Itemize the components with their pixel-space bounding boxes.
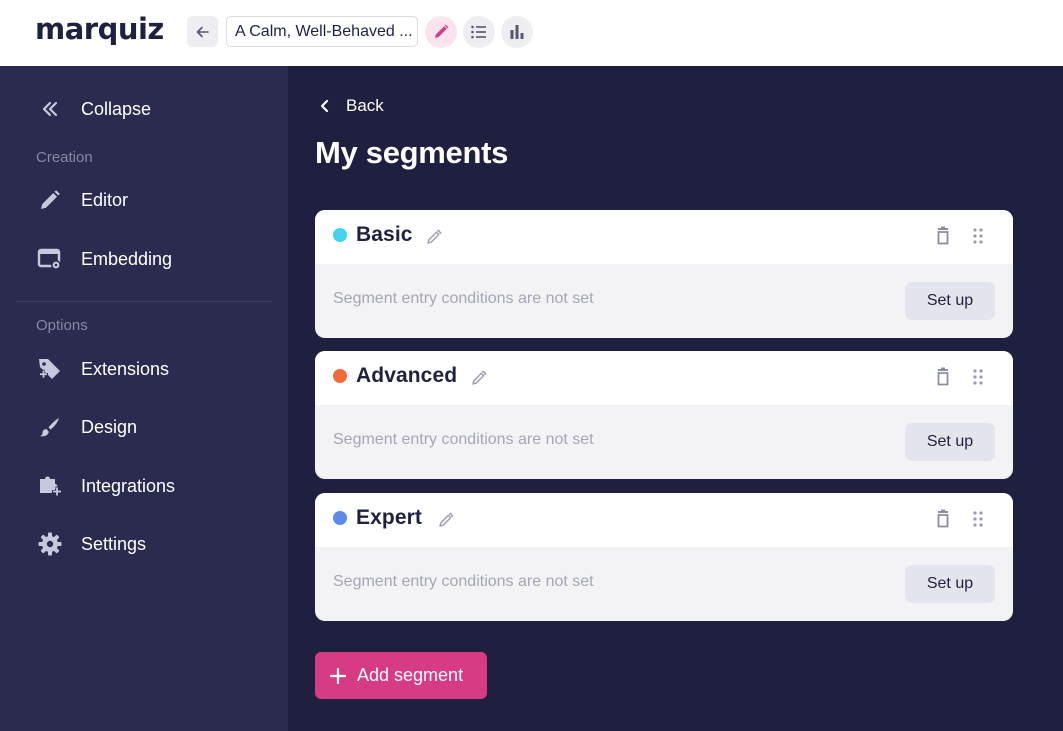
sidebar-item-integrations[interactable]: Integrations (0, 466, 288, 506)
trash-icon[interactable] (933, 225, 953, 247)
segment-name: Basic (356, 223, 413, 246)
segment-name: Expert (356, 506, 422, 529)
sidebar-item-label: Embedding (81, 248, 173, 269)
pencil-icon (36, 186, 64, 214)
sidebar-item-settings[interactable]: Settings (0, 524, 288, 564)
drag-handle-icon[interactable] (970, 367, 986, 387)
sidebar-item-label: Integrations (81, 475, 176, 496)
drag-handle-icon[interactable] (970, 226, 986, 246)
main-content: Back My segments Basic Segment entry con… (288, 66, 1063, 731)
list-view-button[interactable] (463, 16, 495, 48)
bar-chart-icon (510, 25, 524, 39)
logo: marquiz (35, 12, 164, 46)
sidebar: Collapse Creation Editor Embedding Optio… (0, 66, 288, 731)
sidebar-collapse-label: Collapse (81, 98, 152, 119)
segment-card-header: Expert (315, 493, 1013, 547)
setup-button[interactable]: Set up (905, 423, 995, 461)
brush-icon (36, 413, 64, 441)
sidebar-item-extensions[interactable]: Extensions (0, 349, 288, 389)
back-link[interactable]: Back (318, 94, 384, 118)
tag-plus-icon (36, 355, 64, 383)
segment-card-header: Basic (315, 210, 1013, 264)
arrow-left-icon (196, 26, 209, 37)
trash-icon[interactable] (933, 508, 953, 530)
segment-color-dot (333, 511, 347, 525)
group-label-creation: Creation (36, 149, 93, 166)
chevron-left-icon (320, 99, 329, 113)
segment-card: Advanced Segment entry conditions are no… (315, 351, 1013, 479)
edit-pencil-icon[interactable] (470, 369, 488, 387)
trash-icon[interactable] (933, 366, 953, 388)
quiz-title-field[interactable]: A Calm, Well-Behaved ... (226, 16, 418, 47)
segment-card-header: Advanced (315, 351, 1013, 405)
group-label-options: Options (36, 317, 88, 334)
double-chevron-left-icon (36, 95, 64, 123)
edit-mode-button[interactable] (425, 16, 457, 48)
page-title: My segments (315, 135, 509, 170)
edit-pencil-icon[interactable] (437, 511, 455, 529)
sidebar-item-embedding[interactable]: Embedding (0, 239, 288, 279)
add-segment-label: Add segment (357, 665, 464, 685)
segment-condition-text: Segment entry conditions are not set (333, 573, 594, 590)
sidebar-item-label: Extensions (81, 358, 170, 379)
segment-condition-text: Segment entry conditions are not set (333, 431, 594, 448)
drag-handle-icon[interactable] (970, 509, 986, 529)
segment-name: Advanced (356, 364, 458, 387)
segment-card: Expert Segment entry conditions are not … (315, 493, 1013, 621)
segment-condition-text: Segment entry conditions are not set (333, 290, 594, 307)
add-segment-button[interactable]: Add segment (315, 652, 487, 699)
gear-icon (36, 530, 64, 558)
setup-button[interactable]: Set up (905, 282, 995, 320)
sidebar-item-label: Design (81, 416, 138, 437)
puzzle-plus-icon (36, 472, 64, 500)
segment-color-dot (333, 228, 347, 242)
setup-button[interactable]: Set up (905, 565, 995, 603)
back-button[interactable] (187, 16, 218, 47)
sidebar-item-label: Settings (81, 533, 147, 554)
segment-card: Basic Segment entry conditions are not s… (315, 210, 1013, 338)
sidebar-item-design[interactable]: Design (0, 407, 288, 447)
segment-color-dot (333, 369, 347, 383)
plus-icon (329, 667, 347, 684)
top-bar: marquiz A Calm, Well-Behaved ... (0, 0, 1063, 66)
sidebar-divider (16, 301, 272, 302)
sidebar-item-label: Editor (81, 189, 129, 210)
edit-pencil-icon[interactable] (425, 228, 443, 246)
statistics-button[interactable] (501, 16, 533, 48)
list-icon (471, 25, 486, 39)
pencil-icon (435, 24, 449, 38)
embed-settings-icon (36, 245, 64, 273)
back-label: Back (346, 96, 384, 115)
sidebar-item-editor[interactable]: Editor (0, 180, 288, 220)
sidebar-collapse[interactable]: Collapse (0, 89, 288, 129)
